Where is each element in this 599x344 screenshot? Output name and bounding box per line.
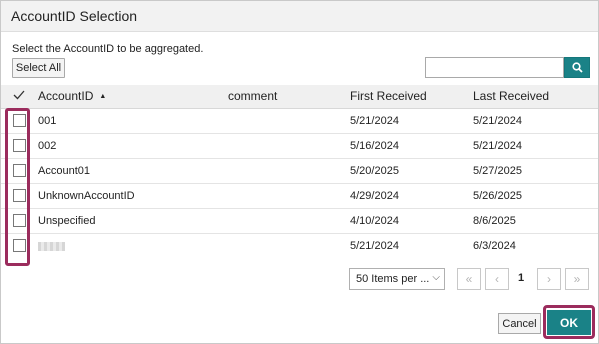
- select-all-button[interactable]: Select All: [12, 58, 65, 78]
- instruction-text: Select the AccountID to be aggregated.: [12, 43, 204, 55]
- items-per-page-label: 50 Items per ...: [356, 273, 430, 285]
- column-header-comment[interactable]: comment: [228, 89, 277, 103]
- first-received-cell: 4/10/2024: [350, 215, 399, 227]
- first-received-cell: 5/21/2024: [350, 115, 399, 127]
- table-row[interactable]: UnknownAccountID 4/29/2024 5/26/2025: [1, 184, 598, 209]
- column-header-first-received[interactable]: First Received: [350, 89, 427, 103]
- current-page-number[interactable]: 1: [518, 272, 524, 284]
- accountid-selection-dialog: AccountID Selection Select the AccountID…: [0, 0, 599, 344]
- redacted-account-id: [38, 242, 65, 251]
- last-received-cell: 5/27/2025: [473, 165, 522, 177]
- search-icon: [571, 62, 583, 73]
- checkbox-column-highlight: [5, 108, 30, 266]
- account-id-cell: UnknownAccountID: [38, 190, 135, 202]
- last-page-button[interactable]: »: [565, 268, 589, 290]
- grid-header: AccountID ▲ comment First Received Last R…: [1, 85, 598, 109]
- chevron-right-icon: ›: [547, 272, 551, 286]
- sort-ascending-icon: ▲: [99, 93, 107, 100]
- first-page-button[interactable]: «: [457, 268, 481, 290]
- last-received-cell: 5/21/2024: [473, 115, 522, 127]
- table-row[interactable]: 5/21/2024 6/3/2024: [1, 234, 598, 259]
- first-received-cell: 5/20/2025: [350, 165, 399, 177]
- column-header-label: AccountID: [38, 89, 94, 103]
- table-row[interactable]: Account01 5/20/2025 5/27/2025: [1, 159, 598, 184]
- last-received-cell: 8/6/2025: [473, 215, 516, 227]
- dialog-titlebar: AccountID Selection: [1, 1, 598, 32]
- checkmark-icon: [13, 89, 25, 104]
- table-row[interactable]: Unspecified 4/10/2024 8/6/2025: [1, 209, 598, 234]
- last-received-cell: 5/26/2025: [473, 190, 522, 202]
- last-received-cell: 6/3/2024: [473, 240, 516, 252]
- table-row[interactable]: 001 5/21/2024 5/21/2024: [1, 109, 598, 134]
- next-page-button[interactable]: ›: [537, 268, 561, 290]
- chevron-down-icon: ⌵: [432, 272, 440, 283]
- account-id-cell: 002: [38, 140, 57, 152]
- first-received-cell: 4/29/2024: [350, 190, 399, 202]
- search-button[interactable]: [564, 57, 590, 78]
- double-chevron-right-icon: »: [573, 272, 581, 286]
- cancel-button[interactable]: Cancel: [498, 313, 541, 334]
- first-received-cell: 5/21/2024: [350, 240, 399, 252]
- first-received-cell: 5/16/2024: [350, 140, 399, 152]
- table-row[interactable]: 002 5/16/2024 5/21/2024: [1, 134, 598, 159]
- last-received-cell: 5/21/2024: [473, 140, 522, 152]
- double-chevron-left-icon: «: [465, 272, 473, 286]
- account-id-cell: Unspecified: [38, 215, 96, 227]
- search-input[interactable]: [425, 57, 564, 78]
- ok-button[interactable]: OK: [547, 310, 591, 335]
- account-id-cell: 001: [38, 115, 57, 127]
- account-id-cell: Account01: [38, 165, 90, 177]
- column-header-last-received[interactable]: Last Received: [473, 89, 549, 103]
- previous-page-button[interactable]: ‹: [485, 268, 509, 290]
- column-header-accountid[interactable]: AccountID ▲: [38, 89, 106, 103]
- chevron-left-icon: ‹: [495, 272, 499, 286]
- dialog-title: AccountID Selection: [11, 8, 138, 24]
- items-per-page-select[interactable]: 50 Items per ... ⌵: [349, 268, 445, 290]
